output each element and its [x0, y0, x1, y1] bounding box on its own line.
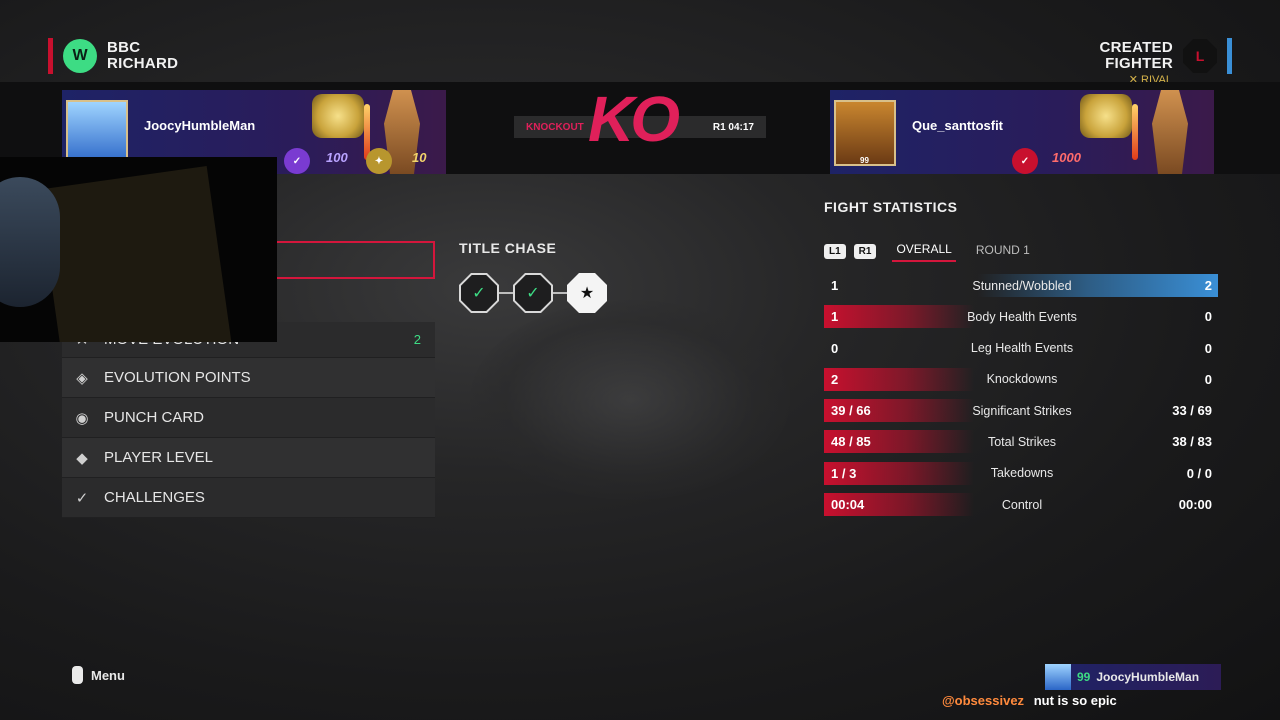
- right-corner-player: L CREATED FIGHTER: [1100, 38, 1232, 74]
- red-corner-bar: [48, 38, 53, 74]
- tab-overall[interactable]: OVERALL: [892, 240, 956, 262]
- webcam-shirt: [38, 166, 232, 342]
- check-icon: ✓: [461, 275, 497, 311]
- right-badge-value: 1000: [1052, 150, 1081, 165]
- stat-right-value: 00:00: [1178, 497, 1212, 513]
- challenges-icon: ✓: [75, 489, 89, 507]
- tab-round-1[interactable]: ROUND 1: [972, 241, 1034, 261]
- fight-statistics-table: 2 1 Stunned/Wobbled 1 Body Health Events…: [824, 274, 1218, 524]
- check-medal-icon: ✓: [1012, 148, 1038, 174]
- chat-text: nut is so epic: [1033, 693, 1117, 708]
- stat-right-value: 0: [1204, 340, 1212, 356]
- menu-item-player-level[interactable]: ◆ PLAYER LEVEL: [62, 438, 435, 478]
- title-chase-step-complete: ✓: [459, 273, 499, 313]
- mini-fighter-portrait: [1045, 664, 1071, 690]
- stat-row-body-health-events: 1 Body Health Events 0: [824, 305, 1218, 329]
- check-icon: ✓: [515, 275, 551, 311]
- finish-method: KNOCKOUT: [526, 121, 584, 133]
- stat-right-value: 0: [1204, 371, 1212, 387]
- stat-row-takedowns: 1 / 3 Takedowns 0 / 0: [824, 461, 1218, 485]
- right-player-name: CREATED FIGHTER: [1100, 40, 1174, 72]
- title-chase-step-complete: ✓: [513, 273, 553, 313]
- stat-row-knockdowns: 2 Knockdowns 0: [824, 367, 1218, 391]
- title-chase-connector: [553, 292, 567, 294]
- left-player-name-line2: RICHARD: [107, 55, 179, 72]
- mini-fighter-ovr: 99: [1077, 670, 1091, 684]
- options-button-icon: [72, 666, 83, 684]
- right-player-name-line2: FIGHTER: [1105, 55, 1173, 72]
- menu-button-hint[interactable]: Menu: [72, 666, 125, 684]
- menu-hint-label: Menu: [91, 667, 125, 683]
- championship-belt-icon: [312, 94, 364, 138]
- right-fighter-ovr: 99: [860, 156, 869, 165]
- menu-item-label: PLAYER LEVEL: [104, 449, 213, 466]
- stat-right-value: 33 / 69: [1172, 403, 1212, 419]
- right-player-name-line1: CREATED: [1099, 39, 1173, 56]
- player-level-icon: ◆: [76, 449, 88, 467]
- stat-right-value: 38 / 83: [1172, 434, 1212, 450]
- stat-row-control: 00:04 Control 00:00: [824, 493, 1218, 517]
- ko-mark: KO: [588, 83, 680, 155]
- stat-right-value: 0: [1204, 309, 1212, 325]
- chat-username: @obsessivez: [942, 693, 1025, 708]
- l1-button-icon[interactable]: L1: [824, 243, 846, 259]
- stat-row-leg-health-events: 0 Leg Health Events 0: [824, 337, 1218, 360]
- evolution-points-icon: ◈: [76, 369, 88, 387]
- octagon-backdrop: [470, 300, 790, 500]
- webcam-headphones: [0, 177, 60, 307]
- stat-row-significant-strikes: 39 / 66 Significant Strikes 33 / 69: [824, 399, 1218, 423]
- flame-icon: [1132, 104, 1138, 160]
- stat-row-stunned-wobbled: 2 1 Stunned/Wobbled: [824, 274, 1218, 297]
- gold-medal-icon: ✦: [366, 148, 392, 174]
- title-chase-step-title: ★: [567, 273, 607, 313]
- punch-card-icon: ◉: [75, 409, 89, 427]
- chat-message: @obsessivez nut is so epic: [942, 693, 1117, 708]
- finish-time: R1 04:17: [712, 121, 754, 133]
- championship-belt-icon: [1080, 94, 1132, 138]
- loss-badge: L: [1183, 39, 1217, 73]
- title-chase-heading: TITLE CHASE: [459, 240, 557, 256]
- left-player-name-line1: BBC: [107, 39, 141, 56]
- right-fighter-card: 99 Que_santtosfit ✓ 1000: [830, 90, 1214, 174]
- left-fighter-username: JoocyHumbleMan: [144, 118, 256, 133]
- stat-row-total-strikes: 48 / 85 Total Strikes 38 / 83: [824, 430, 1218, 454]
- r1-button-icon[interactable]: R1: [853, 243, 877, 259]
- mini-fighter-username: JoocyHumbleMan: [1096, 670, 1200, 684]
- menu-item-count: 2: [413, 332, 421, 347]
- title-chase-connector: [499, 292, 513, 294]
- menu-item-label: CHALLENGES: [104, 489, 205, 506]
- stat-right-value: 0 / 0: [1186, 465, 1212, 481]
- fight-statistics-heading: FIGHT STATISTICS: [824, 199, 958, 215]
- mini-fighter-card: 99 JoocyHumbleMan: [1045, 664, 1221, 690]
- loss-badge-letter: L: [1195, 48, 1205, 64]
- menu-item-punch-card[interactable]: ◉ PUNCH CARD: [62, 398, 435, 438]
- check-medal-icon: ✓: [284, 148, 310, 174]
- fight-statistics-tabs: L1 R1 OVERALL ROUND 1: [824, 240, 1034, 262]
- right-fighter-username: Que_santtosfit: [912, 118, 1004, 133]
- menu-item-evolution-points[interactable]: ◈ EVOLUTION POINTS: [62, 358, 435, 398]
- star-icon: ★: [569, 275, 605, 311]
- selected-menu-highlight[interactable]: [276, 241, 435, 279]
- post-fight-menu: ✕ MOVE EVOLUTION 2 ◈ EVOLUTION POINTS ◉ …: [62, 322, 435, 518]
- blue-corner-bar: [1227, 38, 1232, 74]
- left-badge-value: 100: [326, 150, 348, 165]
- fighter-figure: [1152, 90, 1188, 174]
- menu-item-challenges[interactable]: ✓ CHALLENGES: [62, 478, 435, 518]
- left-corner-player: W BBC RICHARD: [48, 38, 178, 74]
- streamer-webcam: [0, 157, 277, 342]
- stat-label: Stunned/Wobbled: [972, 278, 1072, 293]
- left-badge-value-2: 10: [412, 150, 427, 165]
- menu-item-label: EVOLUTION POINTS: [104, 369, 251, 386]
- win-badge: W: [63, 39, 97, 73]
- menu-item-label: PUNCH CARD: [104, 409, 205, 426]
- title-chase-progress: ✓ ✓ ★: [459, 273, 607, 313]
- left-player-name: BBC RICHARD: [107, 40, 178, 72]
